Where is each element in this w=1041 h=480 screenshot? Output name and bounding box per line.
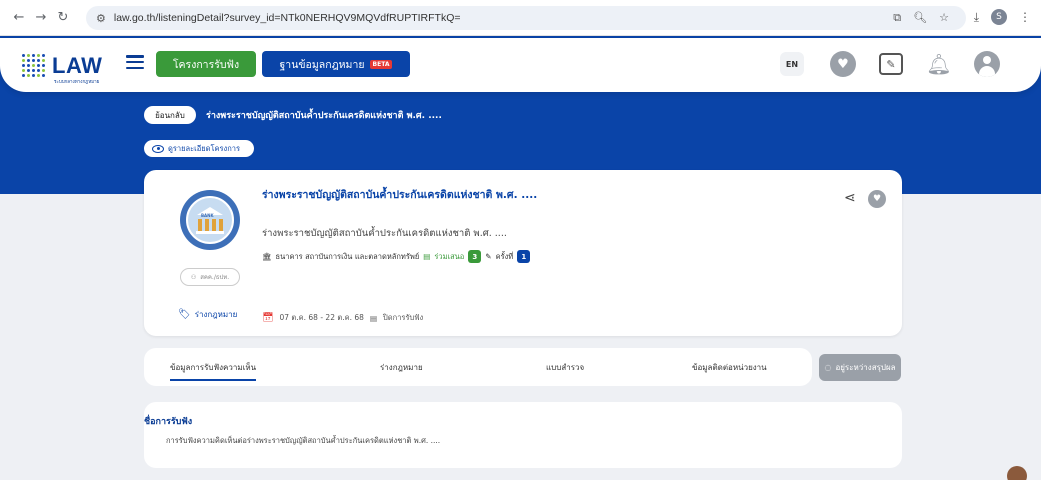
tab-agency-contact[interactable]: ข้อมูลติดต่อหน่วยงาน — [692, 361, 767, 374]
profile-avatar[interactable]: S — [991, 9, 1007, 25]
agency-badge: ⚇ สคค./ธปท. — [180, 268, 240, 286]
url-actions: ⧉ 🔍︎ ☆ — [893, 11, 949, 25]
user-icon — [974, 51, 1000, 77]
tab-hearing-info[interactable]: ข้อมูลการรับฟังความเห็น — [170, 361, 257, 381]
edit-comment-icon: ✎ — [879, 53, 903, 75]
bell-icon[interactable]: 🔔︎ — [926, 51, 952, 77]
tab-survey[interactable]: แบบสำรวจ — [546, 361, 584, 374]
project-detail-label: ดูรายละเอียดโครงการ — [168, 143, 240, 153]
hearing-projects-button[interactable]: โครงการรับฟัง — [156, 51, 256, 77]
share-icon[interactable]: ⋖ — [844, 190, 856, 206]
back-arrow-icon[interactable]: ← — [8, 10, 30, 25]
summary-status-label: อยู่ระหว่างสรุปผล — [835, 363, 896, 372]
logo-text: LAW — [52, 53, 103, 78]
back-button[interactable]: ย้อนกลับ — [144, 106, 196, 124]
project-dates: 📅︎ 07 ต.ค. 68 - 22 ต.ค. 68 ▤ ปิดการรับฟั… — [262, 312, 423, 324]
browser-actions: ⤓ S ⋮ — [974, 9, 1031, 25]
logo-subtitle: ระบบกลางทางกฎหมาย — [54, 80, 100, 85]
bank-icon-label: BANK — [201, 213, 214, 218]
address-bar[interactable]: ⚙ law.go.th/listeningDetail?survey_id=NT… — [86, 6, 966, 30]
tag-icon: 🏷︎ — [178, 309, 191, 320]
project-detail-link[interactable]: ดูรายละเอียดโครงการ — [144, 140, 254, 157]
bank-category-icon: BANK — [180, 190, 240, 250]
language-toggle[interactable]: EN — [780, 52, 804, 76]
favorite-heart-icon[interactable]: ♥ — [868, 190, 886, 208]
summary-status-button[interactable]: ◌ อยู่ระหว่างสรุปผล — [819, 354, 901, 381]
project-title[interactable]: ร่างพระราชบัญญัติสถาบันค้ำประกันเครดิตแห… — [262, 186, 537, 203]
site-logo[interactable]: LAW ระบบกลางทางกฎหมาย — [22, 47, 114, 85]
round-count-badge: 1 — [517, 250, 531, 263]
hearing-name-title: ชื่อการรับฟัง — [144, 417, 193, 427]
hamburger-menu-icon[interactable] — [126, 55, 144, 69]
chat-bubble-icon[interactable] — [1007, 466, 1027, 480]
site-info-icon[interactable]: ⚙ — [96, 12, 106, 25]
document-status-icon: ▤ — [369, 313, 378, 323]
pencil-icon: ✎ — [485, 252, 492, 261]
bank-building-icon: 🏛︎ — [262, 252, 272, 261]
logo-mark-icon — [22, 54, 46, 78]
feedback-button[interactable]: ✎ — [878, 51, 904, 77]
join-label: ร่วมเสนอ — [434, 251, 465, 261]
date-range: 07 ต.ค. 68 - 22 ต.ค. 68 — [279, 313, 364, 322]
law-database-button[interactable]: ฐานข้อมูลกฎหมาย BETA — [262, 51, 410, 77]
page-title: ร่างพระราชบัญญัติสถาบันค้ำประกันเครดิตแห… — [206, 111, 442, 121]
heart-icon: ♥ — [830, 51, 856, 77]
hearing-status: ปิดการรับฟัง — [383, 313, 424, 322]
tab-draft-law[interactable]: ร่างกฎหมาย — [380, 361, 423, 374]
url-text: law.go.th/listeningDetail?survey_id=NTk0… — [113, 12, 461, 24]
project-card: BANK ⚇ สคค./ธปท. 🏷︎ ร่างกฎหมาย ร่างพระรา… — [144, 170, 902, 336]
agency-icon: ⚇ — [190, 273, 197, 281]
star-icon[interactable]: ☆ — [939, 11, 949, 25]
document-icon: ▤ — [423, 252, 431, 261]
menu-icon[interactable]: ⋮ — [1019, 10, 1031, 24]
law-database-label: ฐานข้อมูลกฎหมาย — [279, 58, 365, 71]
zoom-icon[interactable]: 🔍︎ — [913, 11, 927, 25]
hearing-name-text: การรับฟังความคิดเห็นต่อร่างพระราชบัญญัติ… — [166, 436, 441, 445]
favorites-button[interactable]: ♥ — [830, 51, 856, 77]
draft-law-tag[interactable]: 🏷︎ ร่างกฎหมาย — [178, 308, 237, 321]
beta-badge: BETA — [369, 59, 393, 69]
calendar-icon: 📅︎ — [262, 313, 274, 323]
round-label: ครั้งที่ — [495, 251, 514, 261]
hearing-info-card: ชื่อการรับฟัง การรับฟังความคิดเห็นต่อร่า… — [144, 402, 902, 468]
download-icon[interactable]: ⤓ — [974, 10, 979, 25]
draft-law-label: ร่างกฎหมาย — [194, 310, 238, 319]
agency-label: สคค./ธปท. — [200, 274, 230, 281]
project-meta: 🏛︎ ธนาคาร สถาบันการเงิน และตลาดหลักทรัพย… — [262, 250, 531, 263]
project-subtitle: ร่างพระราชบัญญัติสถาบันค้ำประกันเครดิตแห… — [262, 228, 507, 239]
category-label: ธนาคาร สถาบันการเงิน และตลาดหลักทรัพย์ — [275, 251, 420, 261]
eye-icon — [152, 144, 164, 153]
spinner-icon: ◌ — [824, 363, 832, 372]
install-icon[interactable]: ⧉ — [893, 11, 901, 25]
site-header: LAW ระบบกลางทางกฎหมาย โครงการรับฟัง ฐานข… — [0, 38, 1041, 92]
tab-bar: ข้อมูลการรับฟังความเห็น ร่างกฎหมาย แบบสำ… — [144, 348, 812, 386]
user-account-button[interactable] — [974, 51, 1000, 77]
forward-arrow-icon[interactable]: → — [30, 10, 52, 25]
join-count-badge: 3 — [468, 250, 482, 263]
reload-icon[interactable]: ↻ — [52, 10, 74, 25]
